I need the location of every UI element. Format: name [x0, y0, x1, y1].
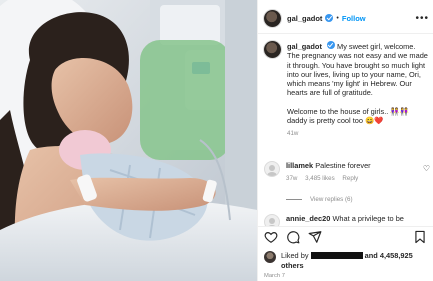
- caption-paragraph-1: My sweet girl, welcome. The pregnancy wa…: [287, 42, 428, 98]
- caption-paragraph-2: Welcome to the house of girls.. 👭👭 daddy…: [287, 106, 409, 126]
- action-bar: [264, 230, 427, 244]
- likes-summary: Liked by and 4,458,925 others: [264, 251, 430, 271]
- comment-reply-button[interactable]: Reply: [342, 175, 358, 182]
- author-username[interactable]: gal_gadot: [287, 14, 322, 23]
- comment-username[interactable]: lillamek: [286, 161, 313, 170]
- caption-time[interactable]: 41w: [287, 130, 430, 137]
- more-options-icon[interactable]: •••: [415, 13, 429, 24]
- heart-icon[interactable]: [264, 230, 278, 244]
- comment-icon[interactable]: [286, 230, 300, 244]
- header-divider: [258, 33, 433, 34]
- view-replies-button[interactable]: View replies (6): [286, 196, 353, 203]
- bookmark-icon[interactable]: [413, 230, 427, 244]
- caption-text: gal_gadot My sweet girl, welcome. The pr…: [287, 41, 430, 125]
- header-separator: •: [336, 14, 339, 22]
- share-icon[interactable]: [308, 230, 322, 244]
- caption: gal_gadot My sweet girl, welcome. The pr…: [264, 41, 430, 137]
- comment-item: annie_dec20 What a privilege to be: [264, 214, 430, 226]
- caption-verified-badge-icon: [326, 41, 335, 49]
- comment-time[interactable]: 37w: [286, 175, 297, 182]
- comment-item: lillamek Palestine forever 37w 3,485 lik…: [264, 161, 430, 182]
- post-date[interactable]: March 7: [264, 273, 285, 279]
- caption-username[interactable]: gal_gadot: [287, 42, 322, 51]
- comment-meta: 37w 3,485 likes Reply: [286, 175, 418, 182]
- comment-username[interactable]: annie_dec20: [286, 214, 330, 223]
- caption-avatar[interactable]: [264, 41, 281, 58]
- likes-text: Liked by and 4,458,925 others: [281, 251, 430, 271]
- comment-likes[interactable]: 3,485 likes: [305, 175, 335, 182]
- post-photo-image: [0, 0, 257, 281]
- actions-divider: [258, 226, 433, 227]
- verified-badge-icon: [325, 14, 334, 22]
- comment-avatar[interactable]: [264, 161, 280, 177]
- comment-like-heart-icon[interactable]: ♡: [423, 164, 430, 173]
- comment-avatar[interactable]: [264, 214, 280, 226]
- view-replies-line: [286, 199, 302, 200]
- comment-text: What a privilege to be: [332, 214, 404, 223]
- liker-avatar[interactable]: [264, 251, 276, 263]
- post-side-panel: gal_gadot • Follow ••• gal_gadot My swee…: [257, 0, 433, 281]
- redacted-username: [310, 252, 363, 259]
- view-replies-label: View replies (6): [310, 196, 353, 203]
- post-header: gal_gadot • Follow •••: [264, 6, 429, 30]
- likes-prefix: Liked by: [281, 251, 309, 260]
- author-avatar[interactable]: [264, 9, 281, 27]
- comment-text: Palestine forever: [315, 161, 371, 170]
- post-photo[interactable]: [0, 0, 257, 281]
- follow-button[interactable]: Follow: [342, 14, 366, 23]
